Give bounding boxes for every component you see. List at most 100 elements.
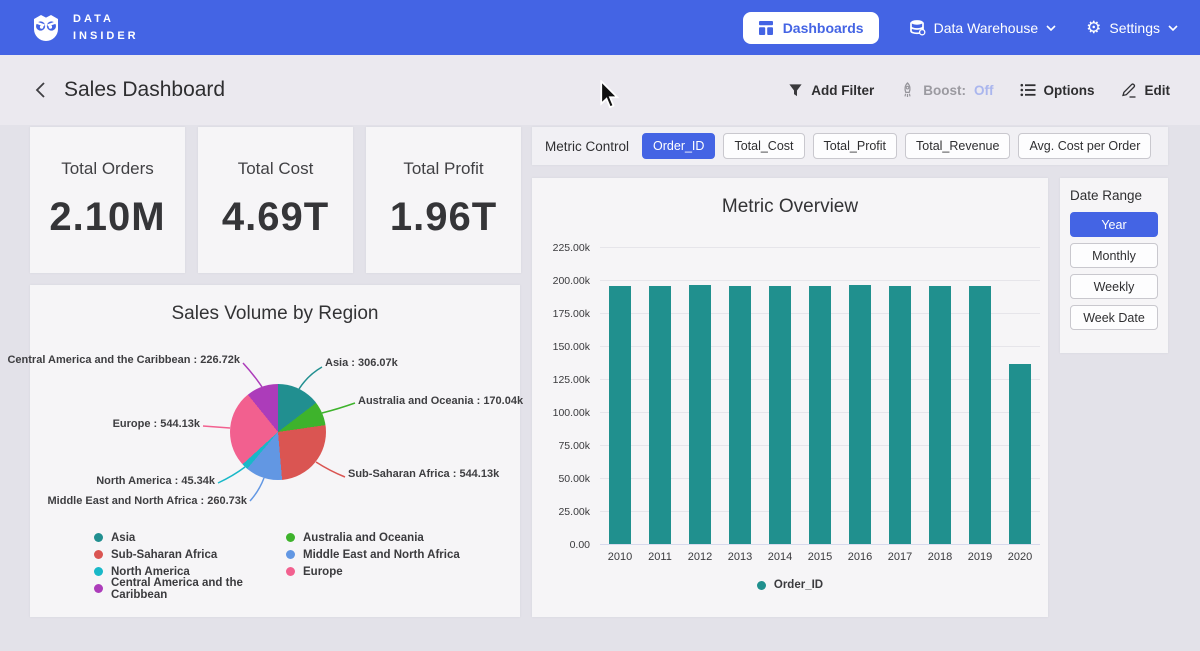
list-icon	[1020, 83, 1036, 97]
date-range-week-date[interactable]: Week Date	[1070, 305, 1158, 330]
legend-dot	[757, 581, 766, 590]
options-button[interactable]: Options	[1020, 83, 1095, 98]
legend-label: Sub-Saharan Africa	[111, 549, 217, 561]
y-axis-tick: 225.00k	[532, 242, 590, 254]
pie-label-central-america-and-the-caribbean: Central America and the Caribbean : 226.…	[7, 354, 240, 366]
edit-button[interactable]: Edit	[1121, 82, 1171, 98]
top-navbar: DATA INSIDER Dashboards Data Warehouse	[0, 0, 1200, 55]
date-range-weekly[interactable]: Weekly	[1070, 274, 1158, 299]
data-warehouse-menu[interactable]: Data Warehouse	[909, 19, 1057, 36]
pie-label-europe: Europe : 544.13k	[113, 418, 200, 430]
back-button[interactable]	[30, 77, 50, 103]
pie-label-north-america: North America : 45.34k	[96, 475, 215, 487]
x-axis-label: 2017	[880, 551, 920, 563]
bar-2015[interactable]	[809, 286, 831, 544]
boost-value: Off	[974, 83, 994, 98]
x-axis-label: 2011	[640, 551, 680, 563]
gridline	[600, 544, 1040, 545]
y-axis-tick: 100.00k	[532, 407, 590, 419]
legend-label: Order_ID	[774, 579, 823, 591]
gridline	[600, 247, 1040, 248]
bar-2020[interactable]	[1009, 364, 1031, 544]
pie-label-sub-saharan-africa: Sub-Saharan Africa : 544.13k	[348, 468, 499, 480]
date-range-monthly[interactable]: Monthly	[1070, 243, 1158, 268]
legend-item-europe: Europe	[286, 564, 460, 579]
data-warehouse-label: Data Warehouse	[934, 20, 1039, 36]
x-axis-label: 2015	[800, 551, 840, 563]
database-icon	[909, 19, 926, 36]
legend-item-australia-and-oceania: Australia and Oceania	[286, 530, 460, 545]
y-axis-tick: 200.00k	[532, 275, 590, 287]
kpi-label: Total Profit	[403, 159, 483, 179]
x-axis-label: 2013	[720, 551, 760, 563]
dashboards-label: Dashboards	[783, 20, 864, 36]
legend-dot	[286, 567, 295, 576]
bar-2018[interactable]	[929, 286, 951, 544]
x-axis-label: 2010	[600, 551, 640, 563]
bar-2011[interactable]	[649, 286, 671, 544]
legend-item-middle-east-and-north-africa: Middle East and North Africa	[286, 547, 460, 562]
date-range-panel: Date Range Year Monthly Weekly Week Date	[1060, 178, 1168, 353]
kpi-card-total-profit: Total Profit 1.96T	[366, 127, 521, 273]
bar-2012[interactable]	[689, 285, 711, 544]
y-axis-tick: 175.00k	[532, 308, 590, 320]
legend-label: Asia	[111, 532, 135, 544]
kpi-card-total-cost: Total Cost 4.69T	[198, 127, 353, 273]
dashboards-button[interactable]: Dashboards	[743, 12, 879, 44]
settings-menu[interactable]: ⚙ Settings	[1086, 19, 1178, 36]
metric-chip-total-profit[interactable]: Total_Profit	[813, 133, 898, 159]
metric-control-bar: Metric Control Order_ID Total_Cost Total_P…	[532, 127, 1168, 165]
legend-dot	[94, 567, 103, 576]
bar-2017[interactable]	[889, 286, 911, 544]
metric-chip-total-cost[interactable]: Total_Cost	[723, 133, 804, 159]
legend-label: Middle East and North Africa	[303, 549, 460, 561]
kpi-value: 4.69T	[222, 195, 329, 240]
x-axis-label: 2016	[840, 551, 880, 563]
owl-logo-icon	[30, 12, 62, 44]
bar-2014[interactable]	[769, 286, 791, 544]
y-axis-tick: 75.00k	[532, 440, 590, 452]
bar-2019[interactable]	[969, 286, 991, 544]
legend-dot	[286, 533, 295, 542]
y-axis-tick: 125.00k	[532, 374, 590, 386]
metric-control-label: Metric Control	[545, 139, 629, 154]
x-axis-label: 2014	[760, 551, 800, 563]
settings-label: Settings	[1109, 20, 1160, 36]
bar-2013[interactable]	[729, 286, 751, 544]
pie[interactable]	[230, 384, 326, 480]
y-axis-tick: 0.00	[532, 539, 590, 551]
boost-label: Boost:	[923, 83, 966, 98]
date-range-label: Date Range	[1070, 188, 1158, 203]
pie-label-middle-east-and-north-africa: Middle East and North Africa : 260.73k	[48, 495, 247, 507]
pie-label-asia: Asia : 306.07k	[325, 357, 398, 369]
bar-2016[interactable]	[849, 285, 871, 544]
kpi-value: 1.96T	[390, 195, 497, 240]
legend-item-central-america-and-the-caribbean: Central America and the Caribbean	[94, 581, 286, 596]
chevron-down-icon	[1168, 25, 1178, 31]
metric-chip-avg-cost-per-order[interactable]: Avg. Cost per Order	[1018, 133, 1151, 159]
add-filter-button[interactable]: Add Filter	[788, 83, 874, 98]
page-header: Sales Dashboard Add Filter Boost: Off Op…	[0, 55, 1200, 125]
date-range-year[interactable]: Year	[1070, 212, 1158, 237]
bar-2010[interactable]	[609, 286, 631, 544]
x-axis-label: 2018	[920, 551, 960, 563]
pencil-icon	[1121, 82, 1137, 98]
boost-toggle[interactable]: Boost: Off	[900, 82, 993, 98]
page-title: Sales Dashboard	[64, 78, 225, 102]
pie-legend: Asia Australia and Oceania Sub-Saharan Afr…	[94, 530, 460, 596]
gridline	[600, 280, 1040, 281]
legend-label: Central America and the Caribbean	[111, 577, 286, 601]
kpi-value: 2.10M	[49, 195, 165, 240]
x-axis-label: 2019	[960, 551, 1000, 563]
kpi-label: Total Orders	[61, 159, 154, 179]
legend-dot	[94, 550, 103, 559]
legend-dot	[286, 550, 295, 559]
chevron-left-icon	[34, 81, 46, 99]
metric-chip-total-revenue[interactable]: Total_Revenue	[905, 133, 1010, 159]
kpi-card-total-orders: Total Orders 2.10M	[30, 127, 185, 273]
bar-chart-legend: Order_ID	[532, 579, 1048, 591]
pie-chart-card: Sales Volume by Region Asia : 306.07kAus…	[30, 285, 520, 617]
legend-label: Europe	[303, 566, 343, 578]
metric-chip-order-id[interactable]: Order_ID	[642, 133, 715, 159]
bar-chart-card: Metric Overview Order_ID 0.0025.00k50.00…	[532, 178, 1048, 617]
